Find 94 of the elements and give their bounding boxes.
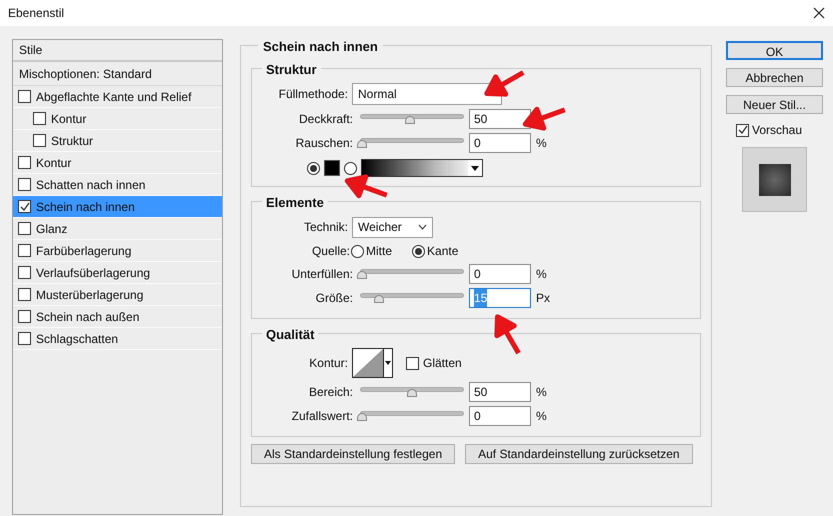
style-label: Schatten nach innen — [36, 176, 146, 194]
chevron-down-icon — [418, 224, 427, 230]
style-item[interactable]: Schein nach innen — [13, 196, 222, 218]
field-label: Deckkraft: — [298, 111, 354, 128]
field-label: Technik: — [302, 219, 349, 236]
checkbox[interactable] — [18, 222, 31, 235]
style-label: Struktur — [51, 132, 94, 150]
checkbox[interactable] — [33, 112, 46, 125]
list-header: Stile — [13, 40, 222, 62]
style-label: Glanz — [36, 220, 68, 238]
style-label: Farbüberlagerung — [36, 242, 132, 260]
blend-options-item[interactable]: Mischoptionen: Standard — [13, 62, 222, 86]
gradient-picker[interactable] — [361, 159, 483, 177]
dialog-button[interactable]: Abbrechen — [726, 68, 823, 87]
unit-label: Px — [536, 290, 550, 307]
style-label: Schein nach innen — [36, 198, 135, 216]
window-title: Ebenenstil — [8, 5, 64, 22]
checkbox[interactable] — [18, 200, 31, 213]
field-value: 15 — [474, 289, 488, 307]
style-item[interactable]: Schein nach außen — [13, 306, 222, 328]
unit-label: % — [536, 384, 547, 401]
field-label: Quelle: — [310, 243, 351, 260]
checkbox[interactable] — [18, 90, 31, 103]
style-item[interactable]: Abgeflachte Kante und Relief — [13, 86, 222, 108]
field-label: Unterfüllen: — [290, 266, 354, 283]
radio-button[interactable] — [307, 162, 320, 174]
value-field[interactable]: 0 — [469, 406, 531, 426]
checkbox[interactable] — [18, 156, 31, 169]
value-field[interactable]: 0 — [469, 264, 531, 284]
dropdown-value: Weicher — [358, 219, 402, 236]
value-field[interactable]: 50 — [469, 382, 531, 402]
checkbox[interactable] — [18, 178, 31, 191]
checkbox[interactable] — [736, 124, 749, 136]
slider-thumb[interactable] — [357, 271, 367, 279]
style-label: Verlaufsüberlagerung — [36, 264, 150, 282]
style-label: Schlagschatten — [36, 330, 118, 348]
value-field[interactable]: 0 — [469, 133, 531, 153]
style-label: Kontur — [36, 154, 72, 172]
preview-thumbnail — [742, 147, 807, 212]
checkbox[interactable] — [18, 332, 31, 345]
checkbox[interactable] — [18, 244, 31, 257]
field-label: Kontur: — [308, 355, 349, 372]
unit-label: % — [536, 135, 547, 152]
field-value: 0 — [474, 408, 481, 425]
blend-mode-dropdown[interactable]: Normal — [352, 83, 502, 105]
field-label: Zufallswert: — [290, 408, 354, 425]
contour-curve-icon — [353, 349, 383, 377]
unit-label: % — [536, 266, 547, 283]
style-item[interactable]: Kontur — [13, 152, 222, 174]
color-swatch[interactable] — [324, 160, 340, 176]
style-item[interactable]: Farbüberlagerung — [13, 240, 222, 262]
radio-button[interactable] — [351, 244, 364, 258]
unit-label: % — [536, 408, 547, 425]
dialog-button[interactable]: Neuer Stil... — [726, 95, 823, 114]
checkbox[interactable] — [33, 134, 46, 147]
style-item[interactable]: Struktur — [13, 130, 222, 152]
field-value: 50 — [474, 384, 488, 401]
style-item[interactable]: Verlaufsüberlagerung — [13, 262, 222, 284]
radio-button[interactable] — [344, 162, 357, 174]
checkbox-label: Vorschau — [752, 122, 802, 139]
field-label: Größe: — [314, 290, 354, 307]
reset-button[interactable]: Auf Standardeinstellung zurücksetzen — [465, 444, 693, 464]
style-item[interactable]: Glanz — [13, 218, 222, 240]
style-label: Schein nach außen — [36, 308, 140, 326]
reset-button[interactable]: Als Standardeinstellung festlegen — [251, 444, 456, 464]
caret-icon — [385, 361, 391, 365]
radio-label: Kante — [427, 243, 458, 260]
field-label: Rauschen: — [294, 135, 354, 152]
slider-thumb[interactable] — [357, 140, 367, 148]
caret-icon — [471, 166, 479, 170]
field-value: 0 — [474, 266, 481, 283]
dialog-button[interactable]: OK — [726, 41, 823, 60]
style-label: Abgeflachte Kante und Relief — [36, 88, 192, 106]
field-label: Füllmethode: — [278, 86, 349, 103]
technique-dropdown[interactable]: Weicher — [352, 216, 433, 238]
style-item[interactable]: Schlagschatten — [13, 328, 222, 350]
value-field[interactable]: 50 — [469, 109, 531, 129]
checkbox[interactable] — [18, 310, 31, 323]
field-value: 50 — [474, 111, 488, 128]
slider-thumb[interactable] — [357, 413, 367, 421]
checkbox[interactable] — [18, 266, 31, 279]
checkbox[interactable] — [406, 356, 419, 370]
radio-button[interactable] — [412, 244, 426, 258]
contour-picker[interactable] — [352, 348, 393, 378]
style-item[interactable]: Musterüberlagerung — [13, 284, 222, 306]
style-label: Kontur — [51, 110, 86, 128]
close-icon[interactable] — [813, 7, 825, 19]
field-label: Bereich: — [308, 384, 354, 401]
radio-label: Mitte — [366, 243, 392, 260]
checkbox-label: Glätten — [423, 355, 462, 372]
style-item[interactable]: Kontur — [13, 108, 222, 130]
checkbox[interactable] — [18, 288, 31, 301]
field-value: 0 — [474, 135, 481, 152]
style-label: Musterüberlagerung — [36, 286, 144, 304]
